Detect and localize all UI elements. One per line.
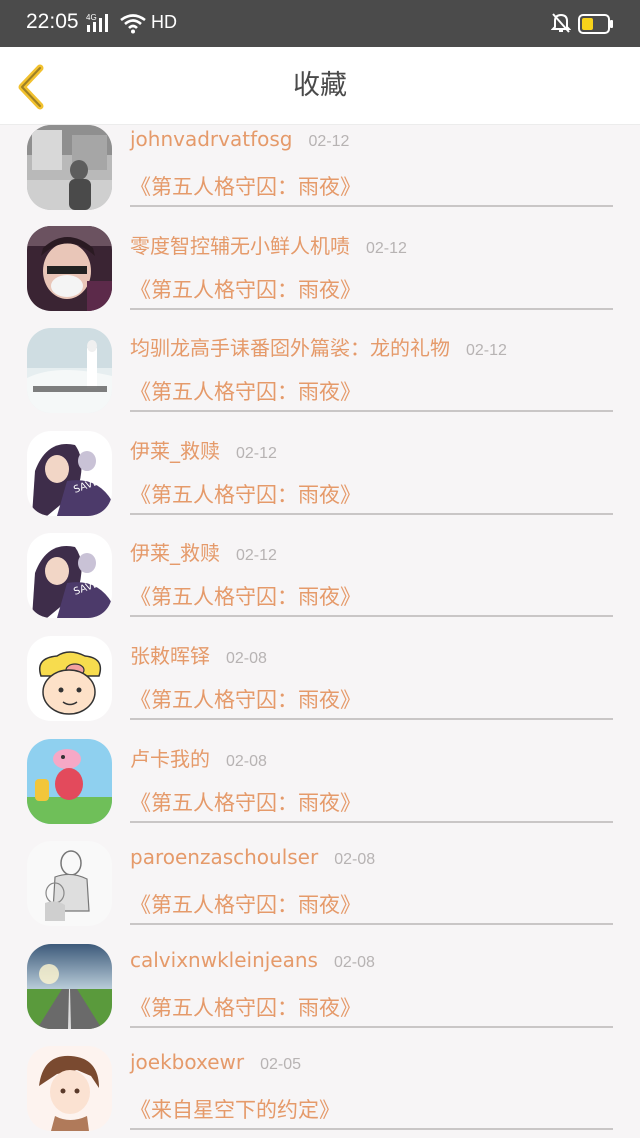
item-date: 02-08 [226,752,267,770]
anime-boy-avatar[interactable] [27,1046,112,1132]
divider [130,205,613,207]
battery-icon [578,14,614,38]
divider [130,717,613,720]
divider [130,820,613,823]
peppa-pig-avatar[interactable] [27,738,112,824]
book-title[interactable]: 《第五人格守囚：雨夜》 [130,787,361,817]
item-date: 02-08 [334,851,376,869]
item-date: 02-12 [236,444,277,462]
item-date: 02-08 [333,953,375,971]
signal-icon: 4G [86,12,112,38]
item-date: 02-05 [260,1056,302,1074]
sketch-avatar[interactable] [27,841,112,927]
list-item[interactable]: joekboxewr 02-05 《来自星空下的约定》 [0,1046,640,1138]
page-title: 收藏 [293,70,347,101]
book-title[interactable]: 《第五人格守囚：雨夜》 [130,992,361,1022]
user-name[interactable]: 均驯龙高手诔番囵外篇裟：龙的礼物 [130,336,450,360]
list-item[interactable]: SAVE 伊莱_救赎 02-12 《第五人格守囚：雨夜》 [0,533,640,638]
user-name[interactable]: calvixnwkleinjeans [130,948,318,972]
user-name[interactable]: 零度智控辅无小鲜人机啧 [130,234,350,258]
item-date: 02-12 [236,547,277,565]
app-header: 收藏 [0,47,640,125]
divider [130,1025,613,1028]
book-title[interactable]: 《第五人格守囚：雨夜》 [130,171,361,201]
user-name[interactable]: joekboxewr [130,1050,244,1074]
svg-text:4G: 4G [86,13,97,22]
road-landscape-avatar[interactable] [27,943,112,1029]
list-item[interactable]: calvixnwkleinjeans 02-08 《第五人格守囚：雨夜》 [0,943,640,1049]
divider [130,410,613,413]
snow-scene-avatar[interactable] [27,328,112,414]
divider [130,512,613,515]
divider [130,1128,613,1131]
list-item[interactable]: 张敕晖铎 02-08 《第五人格守囚：雨夜》 [0,635,640,741]
masked-person-avatar[interactable] [27,225,112,311]
book-title[interactable]: 《第五人格守囚：雨夜》 [130,889,361,919]
anime-couple-avatar[interactable]: SAVE [27,430,112,516]
user-name[interactable]: 伊莱_救赎 [130,541,220,565]
item-date: 02-08 [226,649,267,667]
item-date: 02-12 [466,342,507,360]
street-photo-avatar[interactable] [27,125,112,210]
user-name[interactable]: johnvadrvatfosg [130,127,292,151]
book-title[interactable]: 《第五人格守囚：雨夜》 [130,376,361,406]
anime-couple-avatar[interactable]: SAVE [27,533,112,619]
book-title[interactable]: 《第五人格守囚：雨夜》 [130,479,361,509]
list-item[interactable]: 零度智控辅无小鲜人机啧 02-12 《第五人格守囚：雨夜》 [0,225,640,331]
item-date: 02-12 [308,133,350,150]
list-item[interactable]: johnvadrvatfosg 02-12 《第五人格守囚：雨夜》 [0,125,640,228]
user-name[interactable]: 卢卡我的 [130,747,210,771]
book-title[interactable]: 《第五人格守囚：雨夜》 [130,684,361,714]
cartoon-pig-avatar[interactable] [27,635,112,721]
favorites-list: johnvadrvatfosg 02-12 《第五人格守囚：雨夜》 零度智控辅无小… [0,125,640,1138]
user-name[interactable]: 张敕晖铎 [130,644,210,668]
status-bar: 22:05 4G HD [0,0,640,47]
list-item[interactable]: SAVE 伊莱_救赎 02-12 《第五人格守囚：雨夜》 [0,430,640,536]
book-title[interactable]: 《第五人格守囚：雨夜》 [130,274,361,304]
list-item[interactable]: 卢卡我的 02-08 《第五人格守囚：雨夜》 [0,738,640,844]
book-title[interactable]: 《来自星空下的约定》 [130,1094,340,1124]
book-title[interactable]: 《第五人格守囚：雨夜》 [130,581,361,611]
wifi-icon [120,14,146,38]
list-item[interactable]: 均驯龙高手诔番囵外篇裟：龙的礼物 02-12 《第五人格守囚：雨夜》 [0,328,640,433]
item-date: 02-12 [366,239,407,257]
divider [130,307,613,310]
user-name[interactable]: 伊莱_救赎 [130,439,220,463]
divider [130,615,613,618]
status-time: 22:05 [26,10,79,33]
user-name[interactable]: paroenzaschoulser [130,845,318,869]
list-item[interactable]: paroenzaschoulser 02-08 《第五人格守囚：雨夜》 [0,841,640,946]
mute-icon [550,12,572,38]
hd-label: HD [151,12,177,32]
divider [130,923,613,926]
